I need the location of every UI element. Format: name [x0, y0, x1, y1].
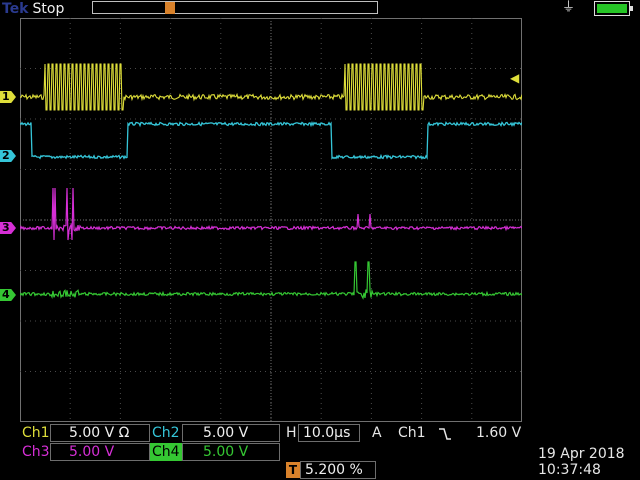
ch4-scale-value: 5.00 V [203, 444, 249, 460]
ch4-label[interactable]: Ch4 [150, 443, 182, 461]
ch2-label[interactable]: Ch2 [150, 424, 182, 442]
trigger-source[interactable]: Ch1 [398, 425, 426, 442]
falling-edge-icon[interactable] [438, 427, 452, 441]
trigger-position-value: 5.200 % [305, 462, 363, 478]
run-state[interactable]: Stop [33, 1, 65, 17]
ch2-marker[interactable]: 2 [0, 150, 16, 162]
horizontal-scale-value: 10.0µs [303, 425, 351, 441]
record-position-marker[interactable] [165, 2, 175, 14]
ch3-scale-value: 5.00 V [69, 444, 115, 460]
ch2-scale[interactable]: 5.00 V [182, 424, 280, 442]
date: 19 Apr 2018 [538, 446, 625, 462]
ch4-scale[interactable]: 5.00 V [182, 443, 280, 461]
horizontal-scale[interactable]: 10.0µs [298, 424, 360, 442]
trigger-position[interactable]: 5.200 % [300, 461, 376, 479]
trigger-level-arrow-icon[interactable]: ◀ [510, 72, 519, 84]
ch4-marker[interactable]: 4 [0, 289, 16, 301]
record-length-bar [92, 1, 378, 14]
ch3-label[interactable]: Ch3 [20, 443, 52, 461]
trigger-mode[interactable]: A [372, 425, 382, 442]
trigger-position-badge: T [286, 462, 300, 478]
ch1-scale[interactable]: 5.00 V Ω [50, 424, 150, 442]
ch3-scale[interactable]: 5.00 V [50, 443, 150, 461]
ch1-scale-value: 5.00 V Ω [69, 425, 130, 441]
top-bar: Tek Stop ⏚ [0, 0, 640, 18]
trigger-level[interactable]: 1.60 V [476, 425, 521, 442]
waveform-display[interactable] [20, 18, 522, 422]
brand-status: Tek Stop [2, 0, 64, 18]
power-plug-icon: ⏚ [562, 0, 576, 15]
battery-icon [594, 1, 633, 16]
graticule [20, 18, 522, 422]
ch1-label[interactable]: Ch1 [20, 424, 52, 442]
time: 10:37:48 [538, 462, 601, 478]
ch1-marker[interactable]: 1 [0, 91, 16, 103]
ch3-marker[interactable]: 3 [0, 222, 16, 234]
h-label: H [286, 425, 297, 441]
ch2-scale-value: 5.00 V [203, 425, 249, 441]
brand-logo: Tek [2, 1, 29, 17]
